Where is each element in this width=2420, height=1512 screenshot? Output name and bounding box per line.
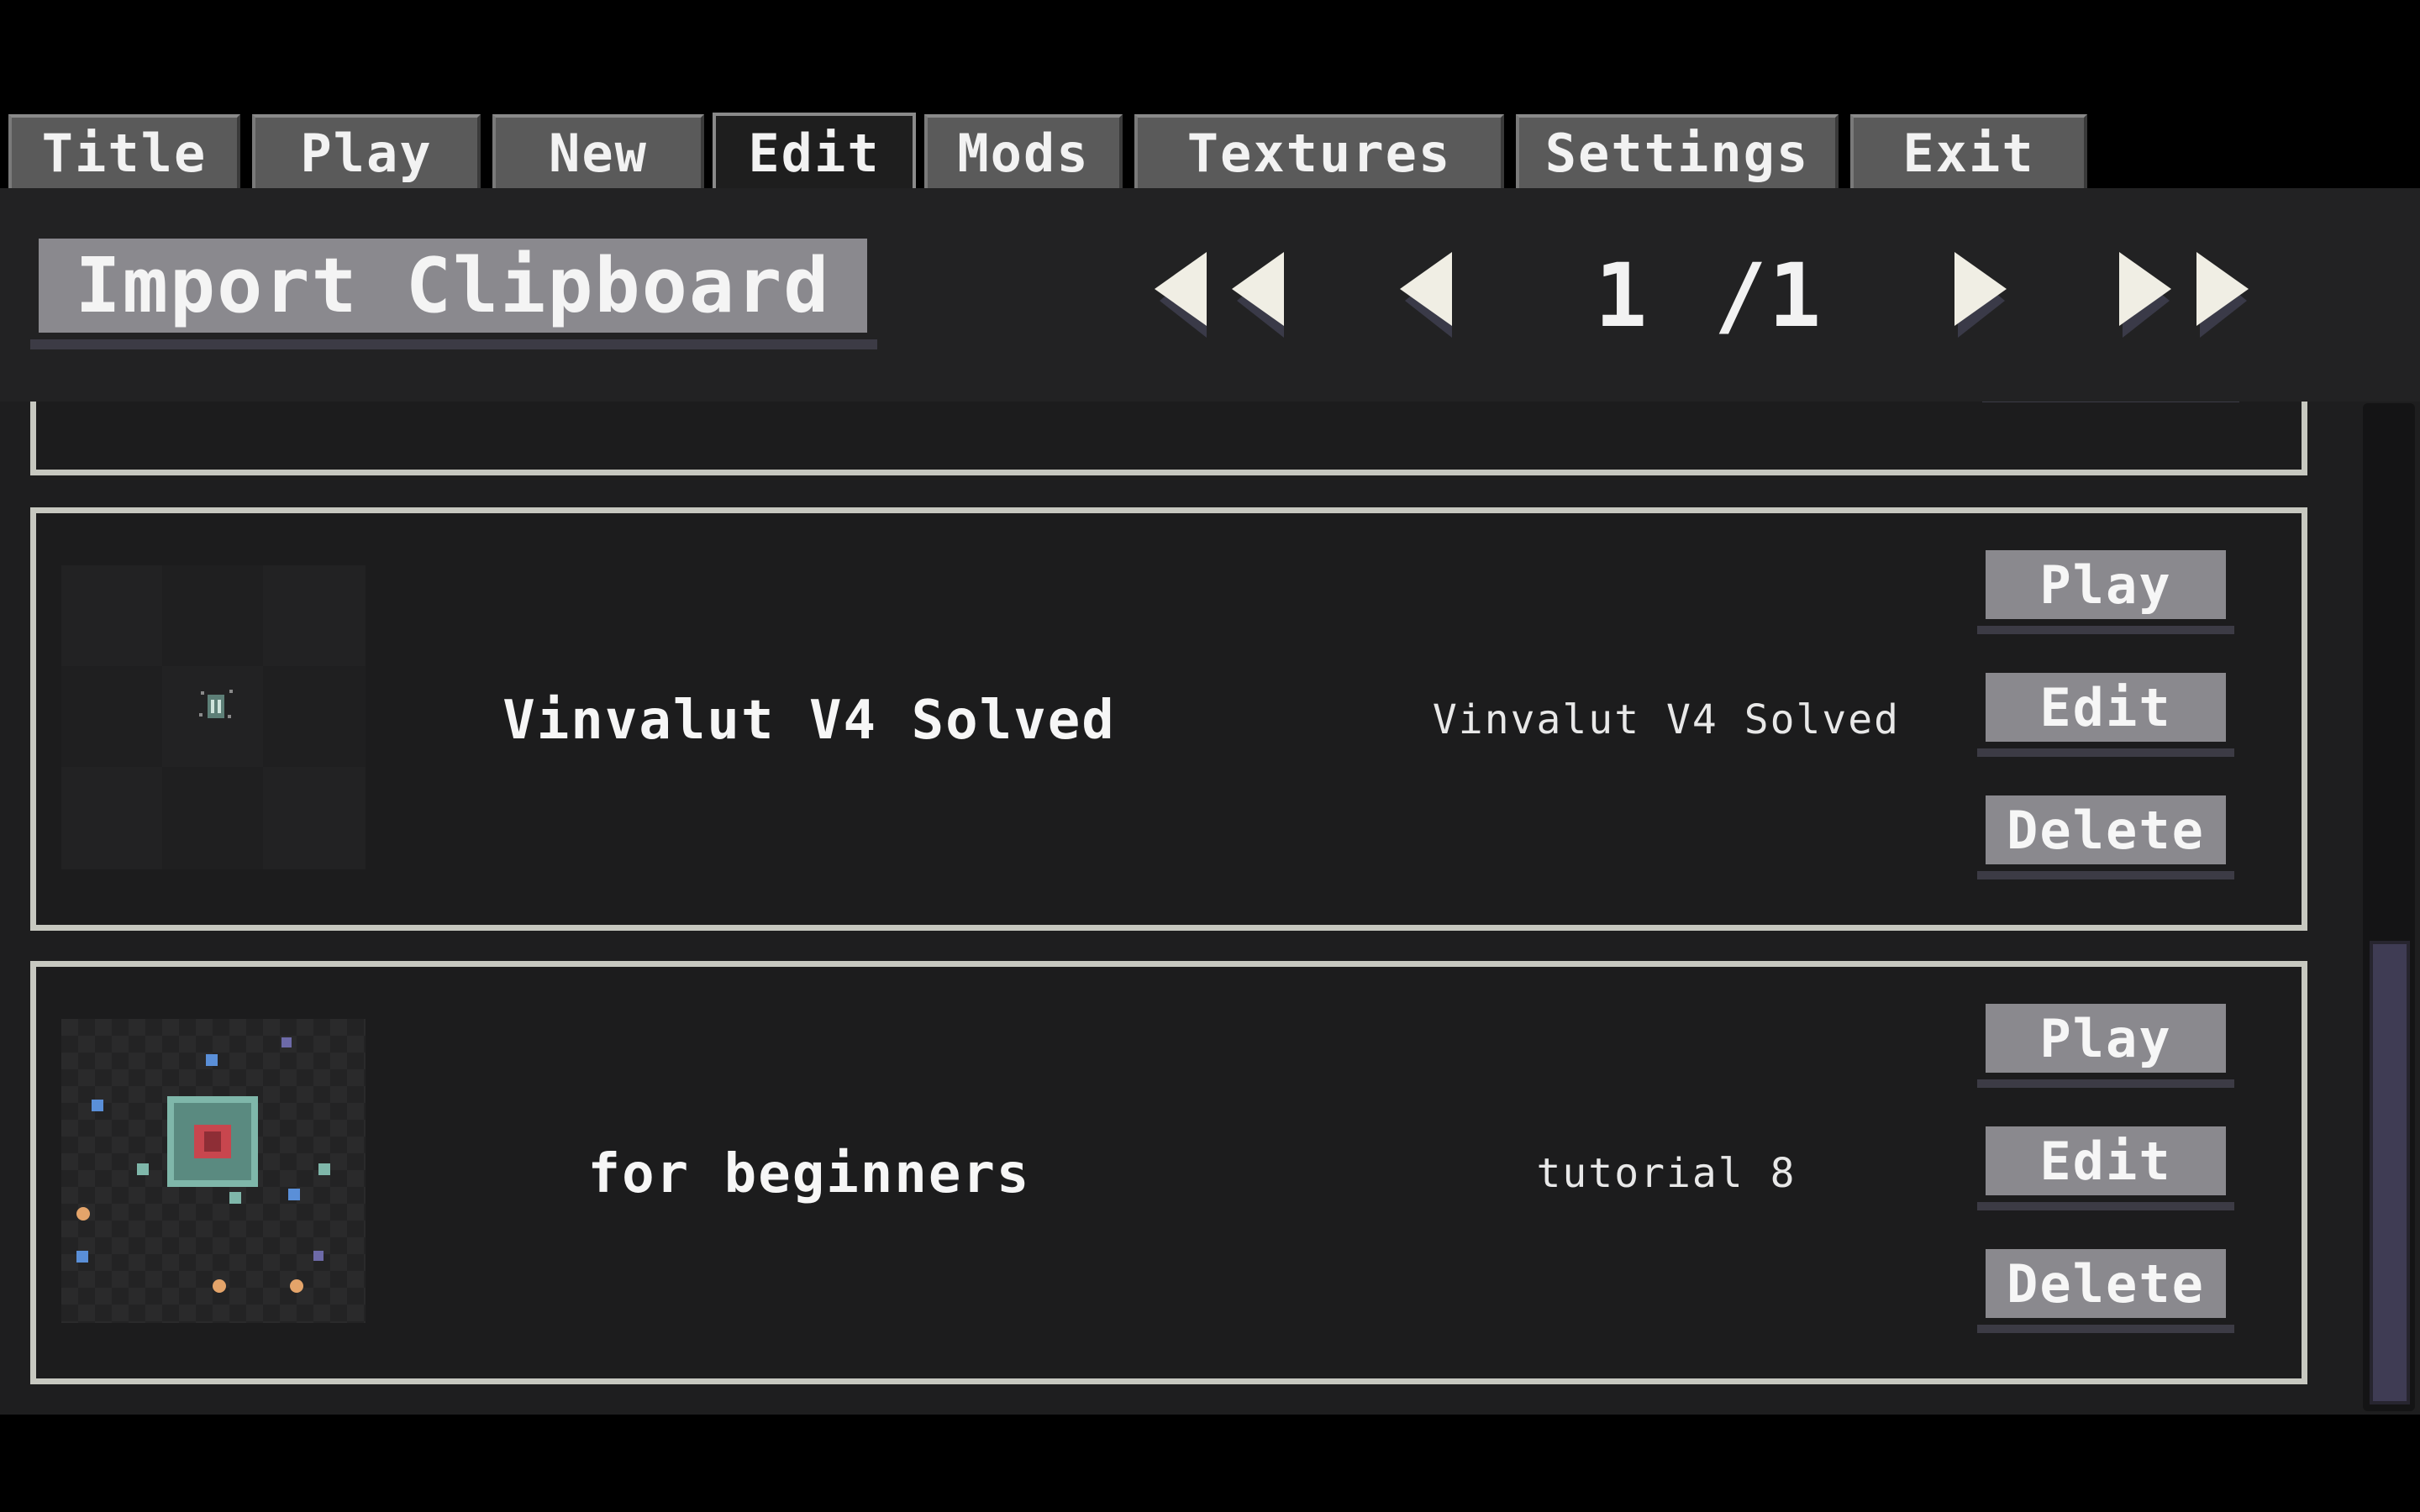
play-button[interactable]: Play: [1986, 550, 2226, 619]
page-total: /1: [1714, 244, 1823, 347]
delete-button-wrap: Delete: [1977, 1249, 2285, 1333]
button-shadow: [1977, 871, 2234, 879]
level-thumbnail: [61, 1019, 366, 1323]
level-card: Vinvalut V4 Solved Vinvalut V4 Solved Pl…: [30, 507, 2307, 931]
tab-edit[interactable]: Edit: [713, 113, 916, 190]
import-button-shadow: [30, 339, 877, 349]
tab-bar: Title Play New Edit Mods Textures Settin…: [0, 97, 2420, 190]
edit-button-wrap: Edit: [1977, 1126, 2285, 1210]
tab-mods[interactable]: Mods: [924, 114, 1123, 188]
page-current: 1: [1594, 244, 1649, 347]
play-button-wrap: Play: [1977, 550, 2285, 634]
delete-button[interactable]: Delete: [1986, 795, 2226, 864]
tab-new[interactable]: New: [492, 114, 704, 188]
level-name: Vinvalut V4 Solved: [502, 690, 1116, 752]
scrollbar-thumb[interactable]: [2370, 941, 2410, 1404]
play-button-wrap: Play: [1977, 1004, 2285, 1088]
button-shadow: [1977, 1079, 2234, 1088]
tab-exit[interactable]: Exit: [1850, 114, 2087, 188]
level-name: for beginners: [587, 1143, 1031, 1205]
tab-settings[interactable]: Settings: [1516, 114, 1839, 188]
delete-button[interactable]: Delete: [1986, 1249, 2226, 1318]
first-page-icon[interactable]: [1144, 244, 1296, 344]
level-thumbnail: [61, 565, 366, 869]
level-card: [30, 402, 2307, 475]
level-card: for beginners tutorial 8 Play Edit Delet…: [30, 961, 2307, 1384]
edit-button[interactable]: Edit: [1986, 1126, 2226, 1195]
delete-button-wrap: Delete: [1977, 795, 2285, 879]
level-description: Vinvalut V4 Solved: [1432, 696, 1901, 743]
level-list[interactable]: Vinvalut V4 Solved Vinvalut V4 Solved Pl…: [0, 402, 2378, 1415]
tab-play[interactable]: Play: [252, 114, 481, 188]
edit-button[interactable]: Edit: [1986, 673, 2226, 742]
previous-page-icon[interactable]: [1386, 244, 1462, 344]
button-shadow: [1977, 1325, 2234, 1333]
import-clipboard-button[interactable]: Import Clipboard: [39, 239, 867, 333]
level-description: tutorial 8: [1536, 1150, 1797, 1197]
edit-button-wrap: Edit: [1977, 673, 2285, 757]
button-shadow: [1977, 748, 2234, 757]
play-button[interactable]: Play: [1986, 1004, 2226, 1073]
last-page-icon[interactable]: [2111, 244, 2262, 344]
tab-textures[interactable]: Textures: [1134, 114, 1504, 188]
button-shadow: [1977, 1202, 2234, 1210]
button-shadow: [1977, 626, 2234, 634]
next-page-icon[interactable]: [1946, 244, 2022, 344]
tab-title[interactable]: Title: [8, 114, 240, 188]
